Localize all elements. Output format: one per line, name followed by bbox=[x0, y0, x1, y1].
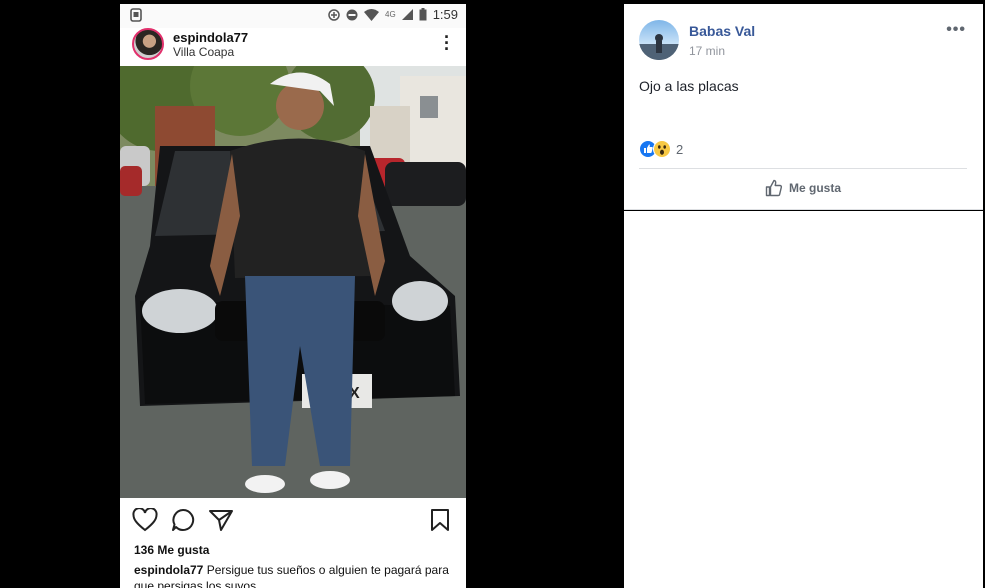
avatar[interactable] bbox=[132, 28, 164, 60]
status-bar: 4G 1:59 bbox=[120, 4, 466, 28]
bookmark-icon[interactable] bbox=[429, 508, 451, 532]
clock: 1:59 bbox=[432, 7, 458, 22]
reaction-count[interactable]: 2 bbox=[676, 142, 683, 157]
wow-icon bbox=[653, 140, 671, 158]
more-options-icon[interactable]: ••• bbox=[946, 21, 966, 39]
like-count[interactable]: 136 Me gusta bbox=[134, 543, 209, 557]
thumbs-up-icon bbox=[765, 179, 783, 197]
post-author[interactable]: Babas Val bbox=[689, 23, 755, 39]
post-location[interactable]: Villa Coapa bbox=[173, 45, 234, 59]
data-saver-icon bbox=[328, 8, 340, 21]
avatar-illustration bbox=[639, 34, 679, 60]
battery-icon bbox=[419, 8, 427, 21]
share-icon[interactable] bbox=[208, 508, 234, 532]
like-button-label: Me gusta bbox=[788, 181, 841, 195]
post-caption: espindola77 Persigue tus sueños o alguie… bbox=[134, 562, 459, 588]
post-text: Ojo a las placas bbox=[639, 78, 739, 94]
do-not-disturb-icon bbox=[346, 9, 358, 20]
signal-icon bbox=[401, 9, 413, 20]
post-photo: 7 ZRX bbox=[120, 66, 466, 498]
screenshot-notification-icon bbox=[130, 8, 142, 22]
post-actions bbox=[120, 504, 466, 534]
comment-icon[interactable] bbox=[171, 508, 195, 532]
photo-illustration: 7 ZRX bbox=[120, 66, 466, 498]
post-username[interactable]: espindola77 bbox=[173, 30, 248, 45]
post-header: espindola77 Villa Coapa · · · bbox=[120, 28, 466, 68]
facebook-post: Babas Val 17 min ••• Ojo a las placas 2 … bbox=[624, 4, 983, 210]
reactions-summary[interactable]: 2 bbox=[639, 139, 683, 159]
wifi-icon bbox=[364, 8, 380, 21]
network-type: 4G bbox=[385, 10, 396, 19]
more-options-icon[interactable]: · · · bbox=[444, 28, 450, 58]
like-button[interactable]: Me gusta bbox=[639, 172, 967, 204]
divider bbox=[639, 168, 967, 169]
caption-username[interactable]: espindola77 bbox=[134, 563, 203, 577]
instagram-screenshot: 4G 1:59 espindola77 Villa Coapa · · · 13… bbox=[120, 4, 466, 588]
feed-background bbox=[624, 211, 983, 588]
post-timestamp[interactable]: 17 min bbox=[689, 44, 725, 58]
avatar[interactable] bbox=[639, 20, 679, 60]
heart-icon[interactable] bbox=[132, 508, 158, 532]
